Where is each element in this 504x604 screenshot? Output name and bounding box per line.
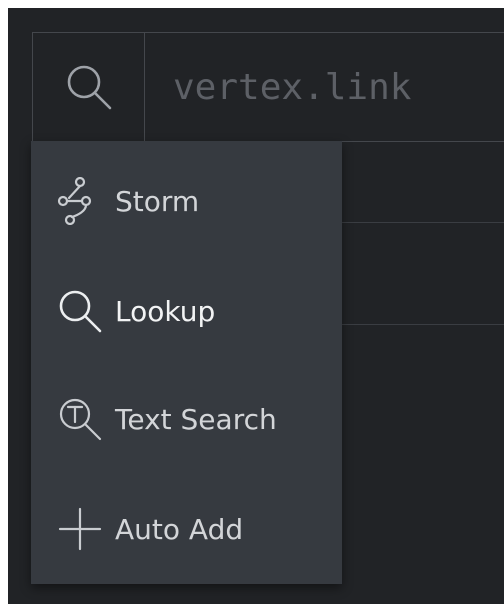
menu-item-label: Auto Add — [115, 512, 244, 546]
divider — [342, 222, 504, 223]
menu-item-label: Text Search — [115, 402, 277, 436]
text-search-icon — [56, 395, 104, 443]
query-panel: Storm Lookup — [8, 8, 504, 604]
query-input[interactable] — [145, 33, 504, 141]
search-icon — [56, 287, 104, 335]
query-mode-button[interactable] — [33, 33, 145, 141]
storm-graph-icon — [56, 177, 104, 225]
menu-item-lookup[interactable]: Lookup — [31, 259, 342, 363]
menu-item-text-search[interactable]: Text Search — [31, 367, 342, 471]
search-icon — [67, 65, 111, 110]
menu-item-storm[interactable]: Storm — [31, 149, 342, 253]
menu-item-label: Lookup — [115, 294, 216, 328]
query-bar — [32, 32, 504, 142]
plus-icon — [56, 505, 104, 553]
menu-item-label: Storm — [115, 184, 200, 218]
menu-item-auto-add[interactable]: Auto Add — [31, 477, 342, 581]
divider — [342, 324, 504, 325]
query-mode-menu: Storm Lookup Text Search Auto Add — [31, 141, 342, 584]
